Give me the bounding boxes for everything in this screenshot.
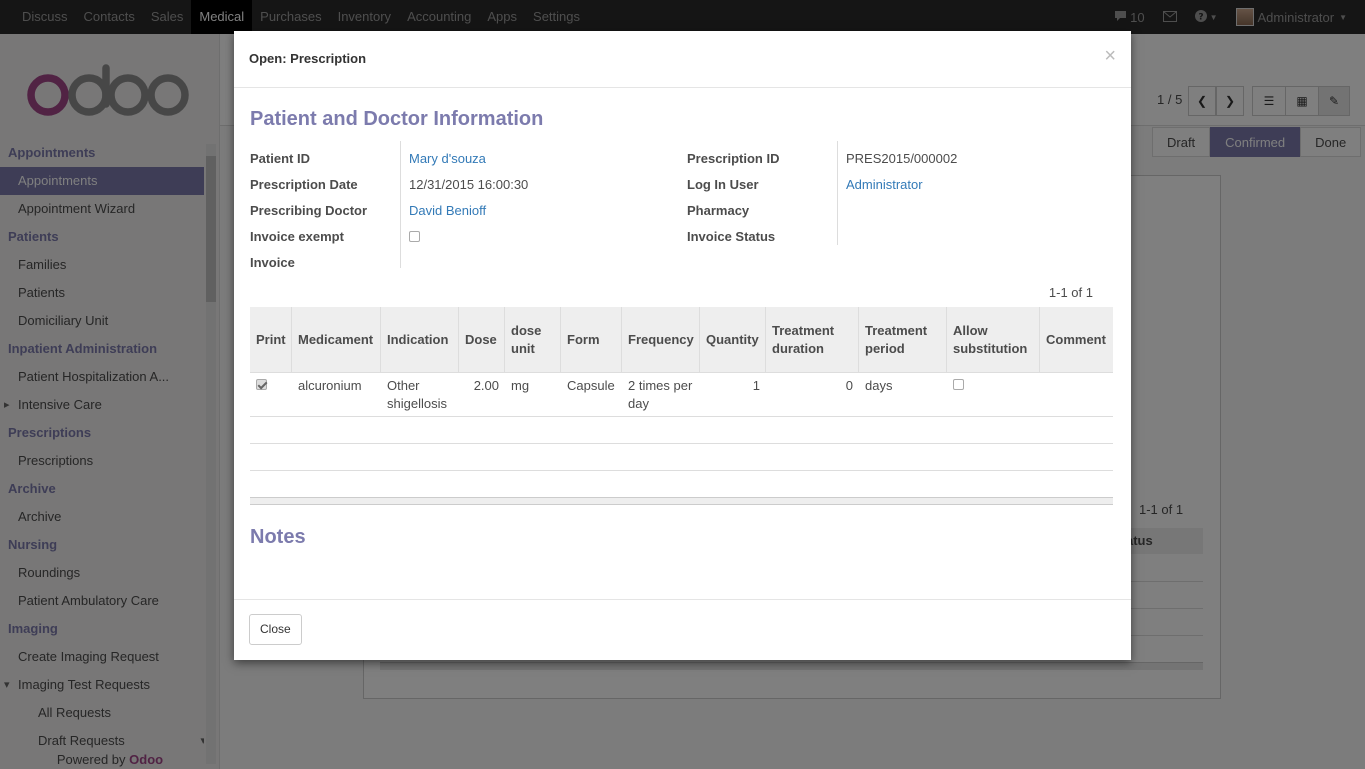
field-value-prescription-date: 12/31/2015 16:00:30 [409, 176, 529, 192]
divider [400, 141, 401, 268]
column-header-treatment-duration[interactable]: Treatment duration [766, 307, 859, 372]
field-value-patient-id[interactable]: Mary d'souza [409, 151, 486, 166]
close-icon[interactable]: × [1104, 45, 1116, 68]
field-checkbox-invoice-exempt[interactable] [409, 230, 420, 242]
table-row-empty [250, 444, 1113, 471]
field-row-log-in-user: Log In User Administrator [687, 171, 957, 197]
table-pager: 1-1 of 1 [1048, 285, 1093, 300]
print-checkbox[interactable] [256, 379, 267, 390]
field-row-prescription-id: Prescription ID PRES2015/000002 [687, 145, 957, 171]
field-row-invoice-exempt: Invoice exempt [250, 223, 528, 249]
field-label-invoice-status: Invoice Status [687, 228, 776, 244]
column-header-comment[interactable]: Comment [1040, 307, 1112, 372]
close-button[interactable]: Close [249, 614, 302, 645]
field-row-prescribing-doctor: Prescribing Doctor David Benioff [250, 197, 528, 223]
divider [837, 141, 838, 245]
column-header-frequency[interactable]: Frequency [622, 307, 700, 372]
prescription-dialog: Open: Prescription × Patient and Doctor … [234, 31, 1131, 660]
section-title: Patient and Doctor Information [250, 108, 544, 130]
cell-quantity: 1 [752, 378, 760, 393]
cell-frequency: 2 times per day [628, 378, 693, 411]
field-label-patient-id: Patient ID [250, 150, 310, 166]
field-label-log-in-user: Log In User [687, 176, 759, 192]
cell-indication: Other shigellosis [387, 378, 447, 411]
table-row-empty [250, 417, 1113, 444]
table-footer [250, 497, 1113, 505]
right-field-group: Prescription ID PRES2015/000002 Log In Use… [687, 145, 957, 249]
table-body: alcuronium Other shigellosis 2.00 mg Capsule… [250, 373, 1113, 417]
column-header-indication[interactable]: Indication [381, 307, 459, 372]
cell-medicament: alcuronium [298, 378, 362, 393]
modal-footer: Close [234, 599, 1131, 660]
column-header-medicament[interactable]: Medicament [292, 307, 381, 372]
field-row-pharmacy: Pharmacy [687, 197, 957, 223]
field-label-prescription-id: Prescription ID [687, 150, 780, 166]
field-label-invoice-exempt: Invoice exempt [250, 228, 344, 244]
cell-dose-unit: mg [511, 378, 530, 393]
cell-treatment-period: days [865, 378, 893, 393]
allow-substitution-checkbox[interactable] [953, 379, 964, 390]
field-label-prescription-date: Prescription Date [250, 176, 358, 192]
left-field-group: Patient ID Mary d'souza Prescription Date 1… [250, 145, 528, 275]
field-value-log-in-user[interactable]: Administrator [846, 177, 923, 192]
notes-title: Notes [250, 526, 306, 548]
column-header-form[interactable]: Form [561, 307, 622, 372]
table-row[interactable]: alcuronium Other shigellosis 2.00 mg Capsule… [250, 373, 1113, 417]
field-label-prescribing-doctor: Prescribing Doctor [250, 202, 368, 218]
cell-treatment-duration: 0 [845, 378, 853, 393]
column-header-dose-unit[interactable]: dose unit [505, 307, 561, 372]
modal-header: Open: Prescription × [234, 31, 1131, 88]
prescription-lines-table: Print Medicament Indication Dose dose unit Fo… [250, 307, 1113, 505]
column-header-allow-substitution[interactable]: Allow substitution [947, 307, 1040, 372]
cell-comment [1040, 373, 1112, 416]
field-label-pharmacy: Pharmacy [687, 202, 750, 218]
cell-allow-substitution [947, 373, 1040, 416]
column-header-print[interactable]: Print [250, 307, 292, 372]
field-row-patient-id: Patient ID Mary d'souza [250, 145, 528, 171]
field-row-invoice: Invoice [250, 249, 528, 275]
field-label-invoice: Invoice [250, 254, 295, 270]
column-header-treatment-period[interactable]: Treatment period [859, 307, 947, 372]
cell-print [250, 373, 292, 416]
column-header-quantity[interactable]: Quantity [700, 307, 766, 372]
field-value-prescribing-doctor[interactable]: David Benioff [409, 203, 486, 218]
cell-dose: 2.00 [473, 378, 499, 393]
field-value-prescription-id: PRES2015/000002 [846, 150, 958, 166]
table-header: Print Medicament Indication Dose dose unit Fo… [250, 307, 1113, 373]
column-header-dose[interactable]: Dose [459, 307, 505, 372]
cell-form: Capsule [567, 378, 615, 393]
field-row-prescription-date: Prescription Date 12/31/2015 16:00:30 [250, 171, 528, 197]
modal-title: Open: Prescription [249, 51, 367, 66]
field-row-invoice-status: Invoice Status [687, 223, 957, 249]
